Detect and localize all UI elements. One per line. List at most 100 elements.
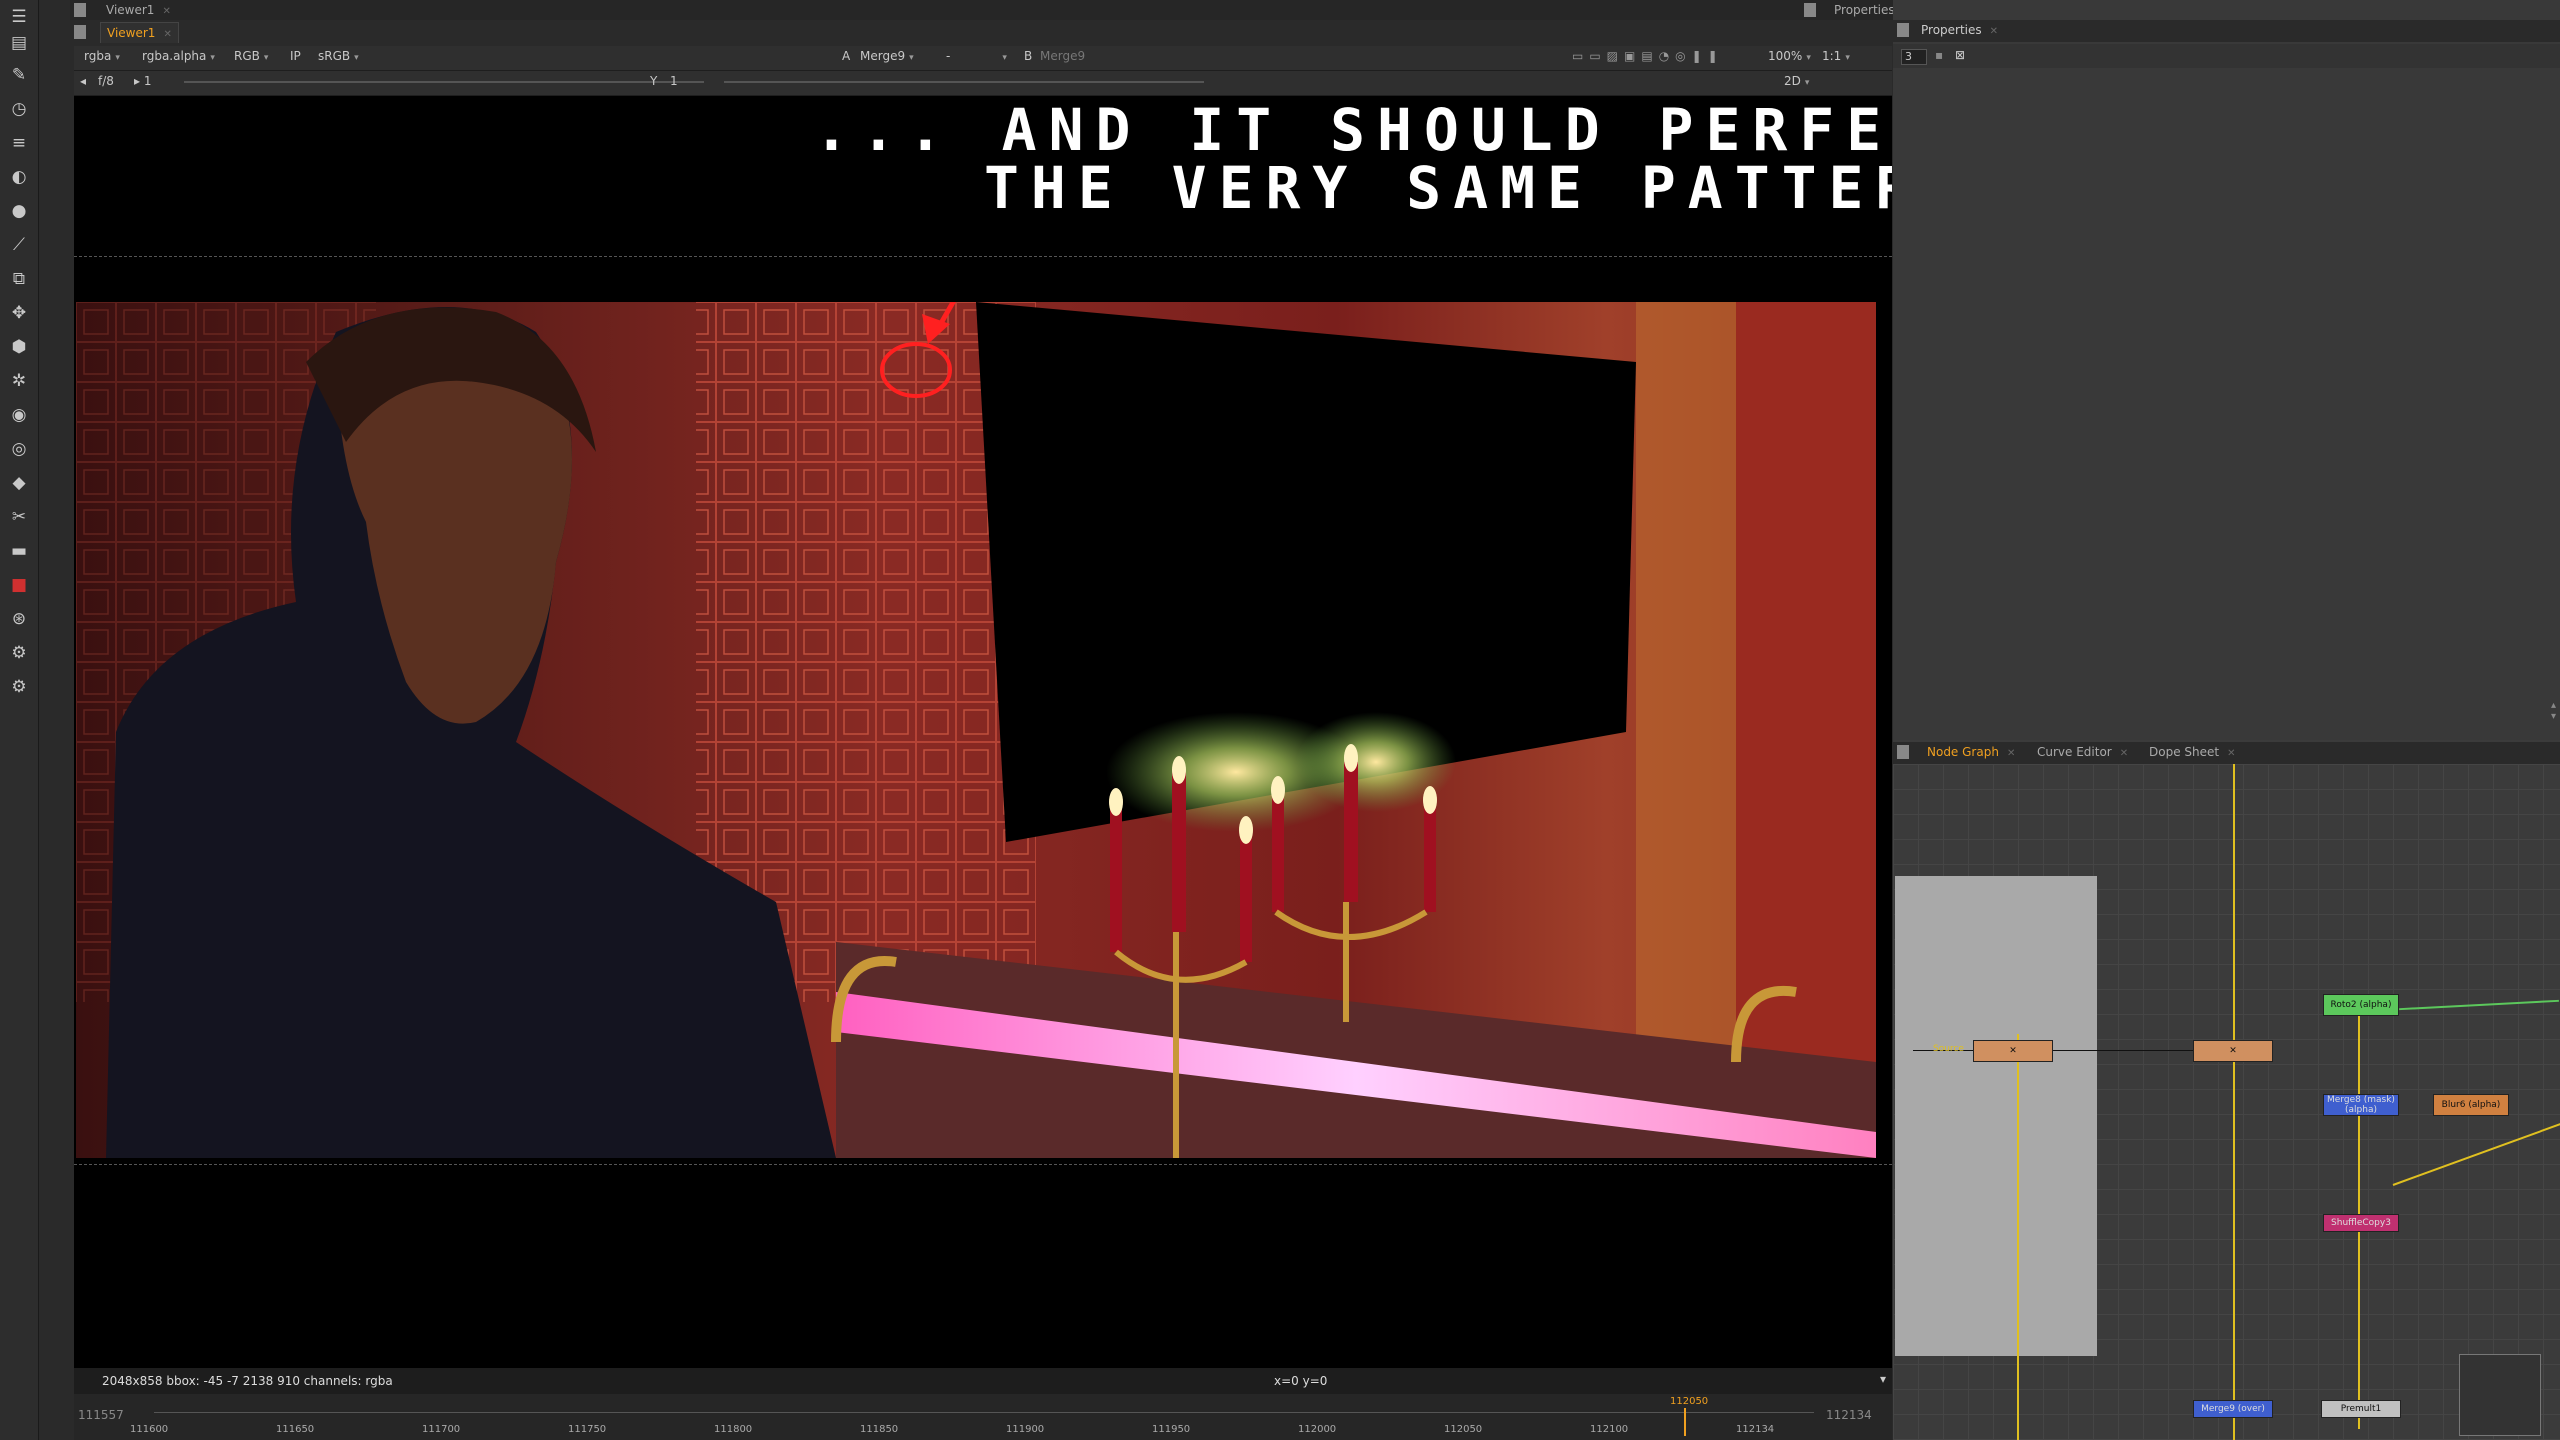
backdrop-node[interactable] — [1895, 876, 2097, 1356]
gain-slider[interactable] — [184, 81, 704, 83]
merge-icon[interactable]: ⧉ — [6, 266, 32, 292]
close-icon[interactable]: ✕ — [162, 6, 170, 17]
draw-icon[interactable]: ✎ — [6, 62, 32, 88]
pane-grip-icon[interactable] — [74, 25, 86, 39]
tab-properties[interactable]: Properties ✕ — [1915, 20, 2004, 40]
node-premult1[interactable]: Premult1 — [2321, 1400, 2401, 1418]
view-mode-dropdown[interactable]: 2D ▾ — [1784, 71, 1809, 91]
input-b-dropdown[interactable]: Merge9 — [1040, 46, 1085, 66]
timeline-ruler — [154, 1412, 1814, 1413]
viewer-outer-tabbar: Viewer1 ✕ — [70, 0, 1800, 20]
gain-field[interactable]: ▸ 1 — [134, 71, 151, 91]
gamma-slider[interactable] — [724, 81, 1204, 83]
max-panels-field[interactable]: 3 — [1901, 49, 1927, 65]
footage-image — [76, 302, 1876, 1158]
node-disabled-2[interactable]: ✕ — [2193, 1040, 2273, 1062]
viewer-toolbar: rgba ▾ rgba.alpha ▾ RGB ▾ IP sRGB ▾ A Merge9… — [74, 46, 1892, 71]
viewer-toolbar-2: ◂ f/8 ▸ 1 Y 1 2D ▾ — [74, 71, 1892, 96]
node-blur6[interactable]: Blur6 (alpha) — [2433, 1094, 2509, 1116]
input-b-label: B — [1024, 49, 1033, 63]
time-icon[interactable]: ◷ — [6, 96, 32, 122]
toolsets-icon[interactable]: ✂ — [6, 504, 32, 530]
menu-icon[interactable]: ☰ — [6, 4, 32, 30]
other-icon[interactable]: ▬ — [6, 538, 32, 564]
channels-dropdown[interactable]: rgba ▾ — [84, 46, 120, 66]
timeline-start[interactable]: 111557 — [78, 1408, 124, 1422]
footage-svg — [76, 302, 1876, 1158]
node-merge8[interactable]: Merge8 (mask) (alpha) — [2323, 1094, 2399, 1116]
transform-icon[interactable]: ✥ — [6, 300, 32, 326]
tab-dope-sheet[interactable]: Dope Sheet ✕ — [2143, 742, 2241, 762]
ip-toggle[interactable]: IP — [290, 46, 301, 66]
expand-icon[interactable]: ▾ — [1880, 1372, 1886, 1386]
toolbar: ☰ ▤ ✎ ◷ ≡ ◐ ● ⟋ ⧉ ✥ ⬢ ✲ ◉ ◎ ◆ ✂ ▬ ■ ⊛ ⚙ … — [0, 0, 39, 1440]
node-merge9[interactable]: Merge9 (over) — [2193, 1400, 2273, 1418]
pipe — [2233, 764, 2235, 1440]
timeline-end[interactable]: 112134 — [1826, 1408, 1872, 1422]
blend-mode-dropdown[interactable]: - ▾ — [946, 46, 1016, 66]
node-graph-minimap[interactable] — [2459, 1354, 2541, 1436]
prev-icon[interactable]: ◂ — [80, 71, 86, 91]
metadata-icon[interactable]: ◆ — [6, 470, 32, 496]
properties-tabbar: Properties ✕ — [1893, 20, 2560, 42]
zoom-dropdown[interactable]: 100% ▾ — [1768, 46, 1811, 66]
current-frame[interactable]: 112050 — [1670, 1396, 1708, 1407]
format-info: 2048x858 bbox: -45 -7 2138 910 channels:… — [102, 1374, 393, 1388]
viewer-canvas[interactable]: ... AND IT SHOULD PERFECTLY MATCH THE VE… — [74, 96, 1892, 1368]
timeline[interactable]: 111557 112134 112050 111600 111650 11170… — [74, 1394, 1892, 1440]
display-dropdown[interactable]: RGB ▾ — [234, 46, 268, 66]
tab-curve-editor[interactable]: Curve Editor ✕ — [2031, 742, 2134, 762]
input-a-label: A — [842, 49, 851, 63]
clear-panels-icon[interactable]: ⊠ — [1955, 48, 1965, 62]
keyer-icon[interactable]: ⟋ — [6, 232, 32, 258]
cursor-coords: x=0 y=0 — [1274, 1374, 1328, 1388]
properties-panel: Properties ✕ 3 ▪ ⊠ ▴ ▾ — [1893, 0, 2560, 740]
plugin-icon[interactable]: ⊛ — [6, 606, 32, 632]
alpha-channel-dropdown[interactable]: rgba.alpha ▾ — [142, 46, 215, 66]
tab-viewer1-outer[interactable]: Viewer1 ✕ — [100, 0, 177, 20]
views-icon[interactable]: ◎ — [6, 436, 32, 462]
properties-toolbar: 3 ▪ ⊠ — [1893, 44, 2560, 68]
particles-icon[interactable]: ✲ — [6, 368, 32, 394]
settings-icon[interactable]: ⚙ — [6, 674, 32, 700]
timeline-ticks: 111600 111650 111700 111750 111800 11185… — [130, 1424, 1775, 1435]
gamma-label: Y — [650, 74, 658, 88]
pane-grip-icon[interactable] — [1897, 745, 1909, 759]
node-disabled-1[interactable]: ✕ — [1973, 1040, 2053, 1062]
fstop-field[interactable]: f/8 — [98, 71, 114, 91]
close-icon[interactable]: ✕ — [2120, 748, 2128, 759]
format-top-line — [74, 256, 1892, 257]
close-icon[interactable]: ✕ — [1990, 26, 1998, 37]
lut-dropdown[interactable]: sRGB ▾ — [318, 46, 359, 66]
pane-grip-icon[interactable] — [1804, 3, 1816, 17]
channel-icon[interactable]: ≡ — [6, 130, 32, 156]
close-icon[interactable]: ✕ — [163, 29, 171, 40]
deep-icon[interactable]: ◉ — [6, 402, 32, 428]
ratio-dropdown[interactable]: 1:1 ▾ — [1822, 46, 1850, 66]
ofx-icon[interactable]: ⚙ — [6, 640, 32, 666]
node-graph-canvas[interactable]: ✕ ✕ Source Roto2 (alpha) Merge8 (mask) (… — [1893, 764, 2560, 1440]
color-icon[interactable]: ◐ — [6, 164, 32, 190]
format-bottom-line — [74, 1164, 1892, 1165]
scroll-arrows-icon[interactable]: ▴ ▾ — [2551, 700, 2556, 722]
filter-icon[interactable]: ● — [6, 198, 32, 224]
tab-viewer1[interactable]: Viewer1 ✕ — [100, 22, 179, 43]
pane-grip-icon[interactable] — [1897, 23, 1909, 37]
pipe — [2017, 1034, 2019, 1440]
input-a-dropdown[interactable]: Merge9 ▾ — [860, 46, 914, 66]
pane-grip-icon[interactable] — [74, 3, 86, 17]
tab-node-graph[interactable]: Node Graph ✕ — [1921, 742, 2021, 762]
pipe-roto — [2399, 999, 2559, 1011]
lock-icon[interactable]: ▪ — [1935, 48, 1943, 62]
viewer-icons[interactable]: ▭▭▨▣▤◔◎❚❚ — [1572, 46, 1724, 66]
image-icon[interactable]: ▤ — [6, 30, 32, 56]
close-icon[interactable]: ✕ — [2007, 748, 2015, 759]
gamma-field[interactable]: 1 — [670, 71, 678, 91]
furnace-icon[interactable]: ■ — [6, 572, 32, 598]
node-graph-panel[interactable]: Node Graph ✕ Curve Editor ✕ Dope Sheet ✕ ✕ … — [1893, 740, 2560, 1440]
node-shufflecopy3[interactable]: ShuffleCopy3 — [2323, 1214, 2399, 1232]
viewer-inner-tabbar: Viewer1 ✕ — [70, 22, 1892, 44]
close-icon[interactable]: ✕ — [2227, 748, 2235, 759]
node-roto2[interactable]: Roto2 (alpha) — [2323, 994, 2399, 1016]
3d-icon[interactable]: ⬢ — [6, 334, 32, 360]
